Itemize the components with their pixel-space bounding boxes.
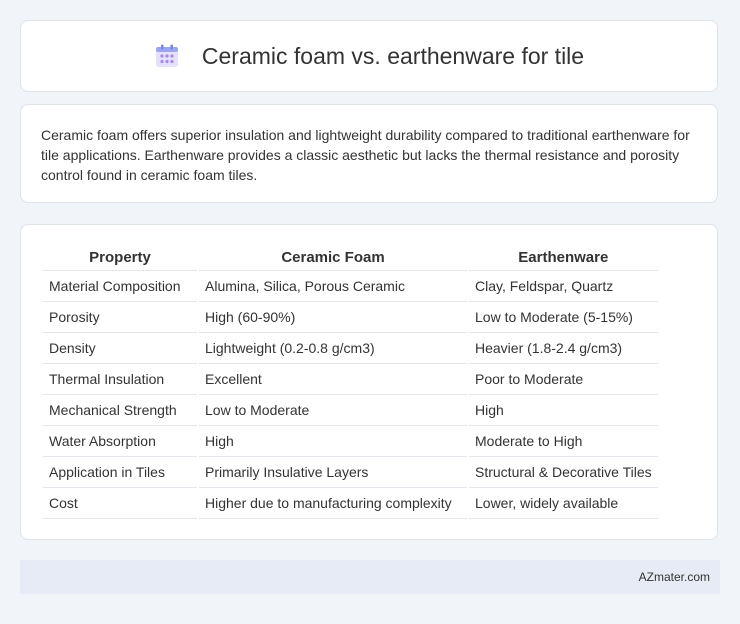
- title-card: Ceramic foam vs. earthenware for tile: [20, 20, 718, 92]
- table-cell: Higher due to manufacturing complexity: [199, 488, 467, 519]
- table-cell: Lower, widely available: [469, 488, 658, 519]
- table-cell: High: [469, 395, 658, 426]
- table-cell: Thermal Insulation: [43, 364, 197, 395]
- intro-card: Ceramic foam offers superior insulation …: [20, 104, 718, 203]
- table-cell: High (60-90%): [199, 302, 467, 333]
- column-header-earthenware: Earthenware: [469, 245, 658, 271]
- table-row: Application in Tiles Primarily Insulativ…: [43, 457, 658, 488]
- table-cell: Mechanical Strength: [43, 395, 197, 426]
- table-row: Cost Higher due to manufacturing complex…: [43, 488, 658, 519]
- table-cell: Structural & Decorative Tiles: [469, 457, 658, 488]
- table-cell: High: [199, 426, 467, 457]
- table-cell: Low to Moderate: [199, 395, 467, 426]
- table-header-row: Property Ceramic Foam Earthenware: [43, 245, 658, 271]
- page-title: Ceramic foam vs. earthenware for tile: [201, 42, 585, 69]
- comparison-table: Property Ceramic Foam Earthenware Materi…: [41, 245, 660, 519]
- column-header-property: Property: [43, 245, 197, 271]
- table-cell: Water Absorption: [43, 426, 197, 457]
- table-cell: Primarily Insulative Layers: [199, 457, 467, 488]
- table-cell: Lightweight (0.2-0.8 g/cm3): [199, 333, 467, 364]
- table-cell: Moderate to High: [469, 426, 658, 457]
- table-row: Mechanical Strength Low to Moderate High: [43, 395, 658, 426]
- comparison-table-card: Property Ceramic Foam Earthenware Materi…: [20, 224, 718, 540]
- table-row: Density Lightweight (0.2-0.8 g/cm3) Heav…: [43, 333, 658, 364]
- table-row: Water Absorption High Moderate to High: [43, 426, 658, 457]
- table-cell: Poor to Moderate: [469, 364, 658, 395]
- table-cell: Low to Moderate (5-15%): [469, 302, 658, 333]
- table-cell: Clay, Feldspar, Quartz: [469, 271, 658, 302]
- calendar-grid-icon: [154, 43, 180, 69]
- table-row: Material Composition Alumina, Silica, Po…: [43, 271, 658, 302]
- table-cell: Cost: [43, 488, 197, 519]
- table-cell: Porosity: [43, 302, 197, 333]
- footer-brand: AZmater.com: [638, 570, 710, 584]
- table-cell: Application in Tiles: [43, 457, 197, 488]
- column-header-ceramic-foam: Ceramic Foam: [199, 245, 467, 271]
- table-cell: Alumina, Silica, Porous Ceramic: [199, 271, 467, 302]
- table-cell: Heavier (1.8-2.4 g/cm3): [469, 333, 658, 364]
- table-row: Porosity High (60-90%) Low to Moderate (…: [43, 302, 658, 333]
- table-cell: Density: [43, 333, 197, 364]
- table-cell: Excellent: [199, 364, 467, 395]
- table-row: Thermal Insulation Excellent Poor to Mod…: [43, 364, 658, 395]
- intro-paragraph: Ceramic foam offers superior insulation …: [41, 127, 690, 183]
- footer-bar: AZmater.com: [20, 560, 720, 594]
- table-cell: Material Composition: [43, 271, 197, 302]
